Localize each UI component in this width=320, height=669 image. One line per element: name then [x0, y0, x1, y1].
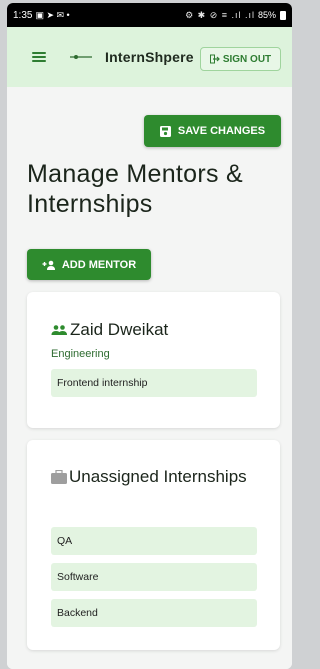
- internship-chip[interactable]: QA: [51, 527, 257, 555]
- sign-out-button[interactable]: SIGN OUT: [200, 47, 281, 71]
- page-title: Manage Mentors & Internships: [27, 160, 244, 218]
- notification-icons: ▣ ➤ ✉ •: [35, 9, 70, 20]
- internship-chip[interactable]: Backend: [51, 599, 257, 627]
- mentor-card: Zaid Dweikat Engineering Frontend intern…: [27, 292, 280, 428]
- group-icon: [51, 325, 67, 335]
- logout-icon: [209, 54, 220, 64]
- status-bar: 1:35 ▣ ➤ ✉ • ⚙ ✱ ⊘ ≡ .ıl .ıl 85%: [7, 3, 292, 27]
- internship-chip[interactable]: Software: [51, 563, 257, 591]
- main-content: SAVE CHANGES Manage Mentors & Internship…: [7, 87, 292, 669]
- save-changes-button[interactable]: SAVE CHANGES: [144, 115, 281, 147]
- phone-screen: 1:35 ▣ ➤ ✉ • ⚙ ✱ ⊘ ≡ .ıl .ıl 85% InternS…: [7, 3, 292, 669]
- add-person-icon: [42, 260, 55, 270]
- unassigned-title-row: Unassigned Internships: [51, 464, 251, 490]
- battery-percent: 85%: [257, 10, 276, 20]
- save-changes-label: SAVE CHANGES: [177, 125, 266, 137]
- status-left: 1:35 ▣ ➤ ✉ •: [13, 10, 70, 21]
- briefcase-icon: [51, 470, 67, 484]
- unassigned-title: Unassigned Internships: [69, 467, 247, 486]
- add-mentor-label: ADD MENTOR: [61, 258, 137, 271]
- app-bar: InternShpere SIGN OUT: [7, 27, 292, 87]
- logo-icon: [70, 52, 92, 62]
- mentor-name: Zaid Dweikat: [70, 320, 169, 339]
- status-time: 1:35: [13, 9, 33, 21]
- mentor-department: Engineering: [51, 348, 110, 360]
- mentor-name-row: Zaid Dweikat: [51, 320, 168, 340]
- internship-chip[interactable]: Frontend internship: [51, 369, 257, 397]
- status-right: ⚙ ✱ ⊘ ≡ .ıl .ıl 85%: [185, 10, 286, 21]
- signal-icons: ⚙ ✱ ⊘ ≡ .ıl .ıl: [185, 9, 255, 20]
- save-icon: [159, 125, 171, 137]
- menu-icon[interactable]: [32, 52, 46, 62]
- battery-icon: [280, 10, 286, 20]
- app-title: InternShpere: [105, 49, 194, 65]
- sign-out-label: SIGN OUT: [222, 53, 272, 65]
- unassigned-internships-card: Unassigned Internships QA Software Backe…: [27, 440, 280, 650]
- add-mentor-button[interactable]: ADD MENTOR: [27, 249, 151, 280]
